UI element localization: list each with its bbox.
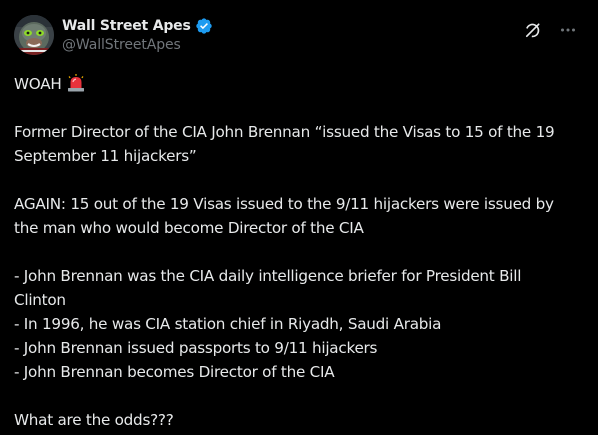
ape-avatar-icon	[14, 15, 54, 55]
grok-icon[interactable]	[522, 20, 542, 40]
post-card: Wall Street Apes @WallStreetApes WOAH Fo…	[0, 0, 598, 435]
author-display-name[interactable]: Wall Street Apes	[62, 18, 191, 34]
post-line: AGAIN: 15 out of the 19 Visas issued to …	[14, 195, 554, 213]
verified-badge-icon	[195, 17, 213, 35]
post-line: - John Brennan was the CIA daily intelli…	[14, 267, 522, 285]
post-line: - John Brennan issued passports to 9/11 …	[14, 339, 378, 357]
post-line: September 11 hijackers”	[14, 147, 197, 165]
author-name-line: Wall Street Apes	[62, 16, 213, 36]
siren-emoji-icon	[66, 74, 86, 99]
post-body: WOAH Former Director of the CIA John Bre…	[14, 72, 584, 432]
post-line: What are the odds???	[14, 411, 174, 429]
author-handle[interactable]: @WallStreetApes	[62, 37, 181, 53]
avatar[interactable]	[14, 15, 54, 55]
more-options-icon[interactable]	[558, 20, 578, 40]
post-line: the man who would become Director of the…	[14, 219, 364, 237]
post-line: - In 1996, he was CIA station chief in R…	[14, 315, 442, 333]
post-line: Clinton	[14, 291, 66, 309]
post-text: WOAH	[14, 75, 62, 93]
post-line: - John Brennan becomes Director of the C…	[14, 363, 335, 381]
post-line: Former Director of the CIA John Brennan …	[14, 123, 555, 141]
post-line: WOAH	[14, 72, 584, 96]
post-actions-top	[522, 20, 578, 40]
